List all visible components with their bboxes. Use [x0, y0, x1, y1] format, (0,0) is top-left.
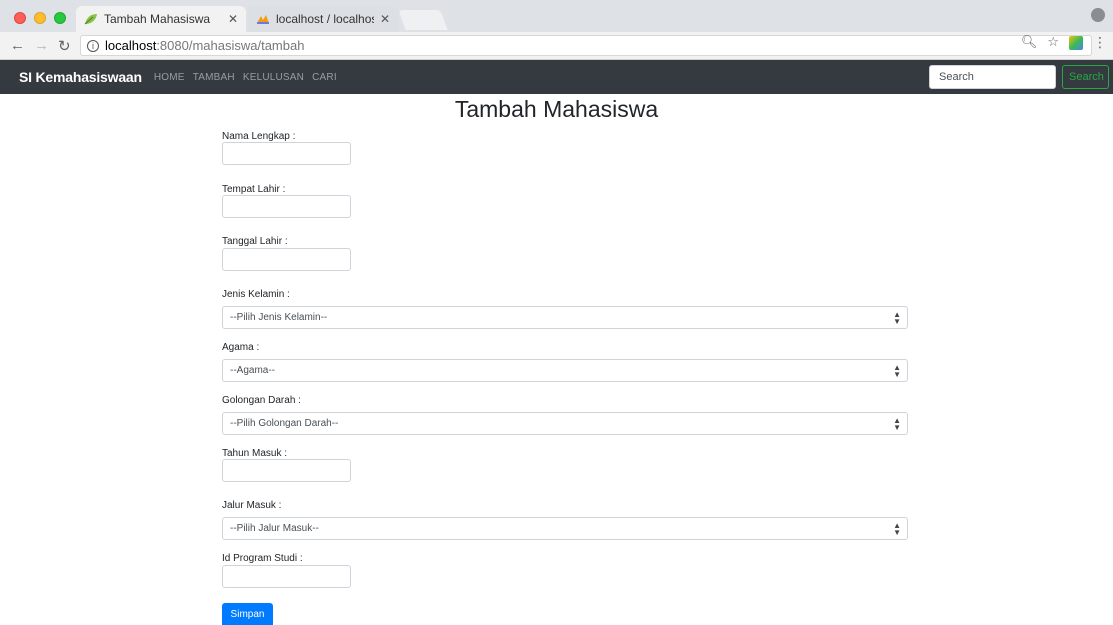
menu-dots-icon[interactable]: ⋮ — [1093, 34, 1107, 51]
browser-address-bar: ← → ↻ i localhost:8080/mahasiswa/tambah … — [0, 32, 1113, 60]
jalur-masuk-select[interactable]: --Pilih Jalur Masuk-- ▲ ▼ — [222, 517, 908, 540]
bookmark-star-icon[interactable]: ☆ — [1047, 34, 1059, 51]
tab-close-icon[interactable]: ✕ — [380, 12, 390, 26]
tempat-lahir-input[interactable] — [222, 195, 351, 218]
close-window-icon[interactable] — [14, 12, 26, 24]
navbar-brand[interactable]: SI Kemahasiswaan — [19, 69, 142, 85]
tahun-masuk-input[interactable] — [222, 459, 351, 482]
phpmyadmin-icon — [257, 15, 269, 24]
browser-tab-phpmyadmin[interactable]: localhost / localhost / si_kemah ✕ — [248, 6, 398, 32]
select-arrows-icon: ▲ ▼ — [893, 310, 901, 326]
forward-arrow-icon[interactable]: → — [34, 37, 49, 54]
app-navbar: SI Kemahasiswaan HOME TAMBAH KELULUSAN C… — [0, 60, 1113, 94]
jenis-kelamin-select[interactable]: --Pilih Jenis Kelamin-- ▲ ▼ — [222, 306, 908, 329]
new-tab-button[interactable] — [398, 10, 448, 30]
minimize-window-icon[interactable] — [34, 12, 46, 24]
tab-title: Tambah Mahasiswa — [104, 12, 211, 26]
select-arrows-icon: ▲ ▼ — [893, 363, 901, 379]
tanggal-lahir-input[interactable] — [222, 248, 351, 271]
golongan-darah-label: Golongan Darah : — [222, 395, 301, 406]
tab-title: localhost / localhost / si_kemah — [276, 12, 374, 26]
jalur-masuk-value: --Pilih Jalur Masuk-- — [230, 523, 319, 534]
nav-link-tambah[interactable]: TAMBAH — [193, 72, 235, 83]
toolbar-right: 🔍︎ ☆ ⋮ — [1021, 34, 1107, 51]
info-icon[interactable]: i — [87, 39, 99, 52]
extension-icon[interactable] — [1069, 36, 1083, 50]
nav-link-home[interactable]: HOME — [154, 72, 185, 83]
nav-link-cari[interactable]: CARI — [312, 72, 337, 83]
url-path: :8080/mahasiswa/tambah — [156, 38, 305, 53]
select-arrows-icon: ▲ ▼ — [893, 521, 901, 537]
jalur-masuk-label: Jalur Masuk : — [222, 500, 282, 511]
back-arrow-icon[interactable]: ← — [10, 37, 25, 54]
leaf-icon — [84, 14, 97, 25]
golongan-darah-select[interactable]: --Pilih Golongan Darah-- ▲ ▼ — [222, 412, 908, 435]
agama-label: Agama : — [222, 342, 260, 353]
jenis-kelamin-label: Jenis Kelamin : — [222, 289, 290, 300]
url-host: localhost — [105, 38, 157, 53]
nama-lengkap-label: Nama Lengkap : — [222, 131, 296, 142]
navbar-search-button[interactable]: Search — [1062, 65, 1109, 89]
profile-icon[interactable] — [1091, 8, 1105, 22]
page-title: Tambah Mahasiswa — [454, 96, 659, 122]
select-arrows-icon: ▲ ▼ — [893, 416, 901, 432]
browser-tab-tambah-mahasiswa[interactable]: Tambah Mahasiswa ✕ — [76, 6, 246, 32]
id-program-studi-input[interactable] — [222, 565, 351, 588]
tahun-masuk-label: Tahun Masuk : — [222, 448, 288, 459]
tanggal-lahir-label: Tanggal Lahir : — [222, 236, 288, 247]
nama-lengkap-input[interactable] — [222, 142, 351, 165]
navbar-search-input[interactable] — [929, 65, 1056, 89]
browser-tab-bar: Tambah Mahasiswa ✕ localhost / localhost… — [0, 0, 1113, 32]
id-program-studi-label: Id Program Studi : — [222, 553, 303, 564]
golongan-darah-value: --Pilih Golongan Darah-- — [230, 418, 339, 429]
simpan-button[interactable]: Simpan — [222, 603, 273, 625]
url-field[interactable]: i localhost:8080/mahasiswa/tambah — [80, 35, 1092, 56]
maximize-window-icon[interactable] — [54, 12, 66, 24]
reload-icon[interactable]: ↻ — [58, 37, 71, 55]
nav-link-kelulusan[interactable]: KELULUSAN — [243, 72, 304, 83]
zoom-icon[interactable]: 🔍︎ — [1021, 34, 1038, 51]
jenis-kelamin-value: --Pilih Jenis Kelamin-- — [230, 312, 328, 323]
agama-value: --Agama-- — [230, 365, 276, 376]
agama-select[interactable]: --Agama-- ▲ ▼ — [222, 359, 908, 382]
tempat-lahir-label: Tempat Lahir : — [222, 184, 286, 195]
tab-close-icon[interactable]: ✕ — [228, 12, 238, 26]
